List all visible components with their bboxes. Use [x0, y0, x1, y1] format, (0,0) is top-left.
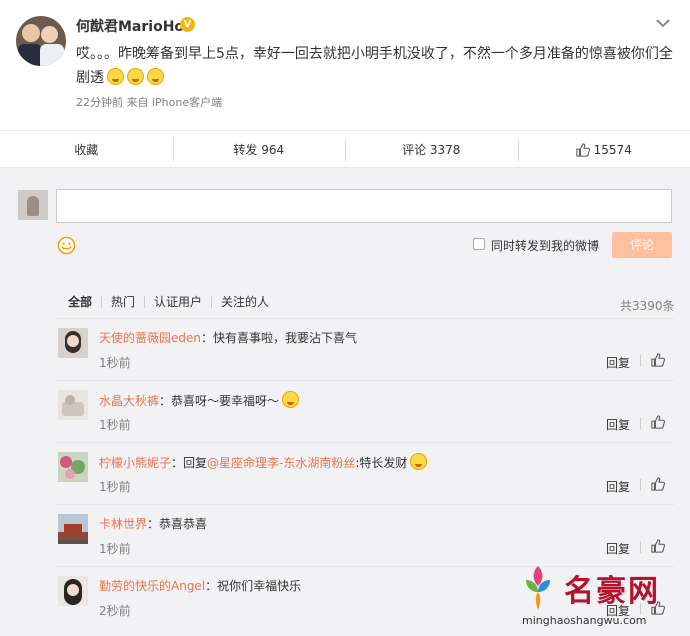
- commenter-name[interactable]: 天使的蔷薇园eden: [99, 331, 201, 345]
- comment-time: 1秒前: [99, 356, 131, 370]
- commenter-name[interactable]: 水晶大秋裤: [99, 394, 159, 408]
- favorite-button[interactable]: 收藏: [0, 131, 173, 168]
- repost-checkbox[interactable]: [473, 238, 485, 250]
- divider: [640, 355, 641, 367]
- thumbs-up-icon[interactable]: [651, 477, 665, 491]
- verified-badge-icon: V: [180, 17, 195, 32]
- divider: [640, 479, 641, 491]
- commenter-name[interactable]: 卡林世界: [99, 517, 147, 531]
- comment-filters: 全部 热门 认证用户 关注的人: [68, 296, 278, 308]
- comment-line: 勤劳的快乐的Angel：祝你们幸福快乐: [99, 577, 301, 594]
- comment-line: 水晶大秋裤：恭喜呀～要幸福呀～: [99, 391, 300, 409]
- mention-link[interactable]: @星座命理李-东水湖南粉丝: [207, 456, 355, 470]
- reply-button[interactable]: 回复: [606, 478, 630, 495]
- emoji-picker-icon[interactable]: [57, 236, 76, 255]
- commenter-name[interactable]: 柠檬小熊妮子: [99, 456, 171, 470]
- like-count: 15574: [593, 142, 632, 157]
- like-button[interactable]: 15574: [517, 131, 690, 168]
- comment-text: ：回复: [171, 456, 208, 470]
- post-time: 22分钟前: [76, 96, 123, 109]
- site-watermark: 名豪网 minghaoshangwu.com: [512, 556, 690, 636]
- filter-following[interactable]: 关注的人: [211, 296, 278, 308]
- total-comment-count: 共3390条: [620, 299, 675, 313]
- comment-text-cont: :特长发财: [355, 456, 408, 470]
- comment-text: ：祝你们幸福快乐: [205, 579, 302, 593]
- commenter-avatar[interactable]: [58, 452, 88, 482]
- reply-button[interactable]: 回复: [606, 416, 630, 433]
- author-avatar[interactable]: [16, 16, 66, 66]
- comment-input[interactable]: [56, 189, 672, 223]
- reply-button[interactable]: 回复: [606, 540, 630, 557]
- post-meta: 22分钟前 来自 iPhone客户端: [76, 94, 222, 110]
- weibo-post-card: 何猷君MarioHo V 哎。。。昨晚筹备到早上5点，幸好一回去就把小明手机没收…: [0, 0, 690, 168]
- commenter-avatar[interactable]: [58, 390, 88, 420]
- chevron-down-icon[interactable]: [656, 18, 670, 28]
- divider: [640, 541, 641, 553]
- post-actions: 收藏 转发 964 评论 3378 15574: [0, 130, 690, 168]
- wink-emoji-icon: [410, 453, 428, 470]
- filter-hot[interactable]: 热门: [101, 296, 144, 308]
- comment-line: 天使的蔷薇园eden：快有喜事啦，我要沾下喜气: [99, 329, 357, 346]
- commenter-avatar[interactable]: [58, 514, 88, 544]
- smile-emoji-icon: [282, 391, 300, 408]
- comment-label: 评论 3378: [402, 143, 461, 157]
- submit-comment-button[interactable]: 评论: [612, 232, 672, 258]
- comment-time: 1秒前: [99, 480, 131, 494]
- repost-checkbox-label: 同时转发到我的微博: [491, 239, 600, 253]
- comment-text: ：恭喜恭喜: [147, 517, 208, 531]
- post-source[interactable]: 来自 iPhone客户端: [127, 96, 223, 109]
- repost-button[interactable]: 转发 964: [172, 131, 346, 168]
- reply-button[interactable]: 回复: [606, 354, 630, 371]
- author-name[interactable]: 何猷君MarioHo: [76, 16, 184, 36]
- commenter-avatar[interactable]: [58, 328, 88, 358]
- filter-all[interactable]: 全部: [68, 296, 101, 308]
- comment-button[interactable]: 评论 3378: [345, 131, 518, 168]
- comment-time: 2秒前: [99, 604, 131, 618]
- favorite-label: 收藏: [74, 143, 99, 157]
- comment-item: 天使的蔷薇园eden：快有喜事啦，我要沾下喜气 1秒前 回复: [0, 318, 690, 380]
- watermark-url: minghaoshangwu.com: [522, 614, 647, 627]
- comment-text: ：快有喜事啦，我要沾下喜气: [201, 331, 358, 345]
- thumbs-up-icon: [576, 142, 590, 157]
- filter-verified-users[interactable]: 认证用户: [144, 296, 211, 308]
- laugh-cry-emoji-icon: [147, 68, 164, 85]
- post-body: 哎。。。昨晚筹备到早上5点，幸好一回去就把小明手机没收了，不然一个多月准备的惊喜…: [76, 46, 673, 86]
- thumbs-up-icon[interactable]: [651, 353, 665, 367]
- laugh-cry-emoji-icon: [127, 68, 144, 85]
- laugh-cry-emoji-icon: [107, 68, 124, 85]
- repost-label: 转发 964: [233, 143, 285, 157]
- divider: [640, 417, 641, 429]
- comment-time: 1秒前: [99, 418, 131, 432]
- comment-line: 柠檬小熊妮子：回复@星座命理李-东水湖南粉丝:特长发财: [99, 453, 428, 471]
- watermark-title: 名豪网: [564, 574, 660, 609]
- comment-text: ：恭喜呀～要幸福呀～: [159, 394, 280, 408]
- post-text: 哎。。。昨晚筹备到早上5点，幸好一回去就把小明手机没收了，不然一个多月准备的惊喜…: [76, 42, 676, 90]
- comment-item: 柠檬小熊妮子：回复@星座命理李-东水湖南粉丝:特长发财 1秒前 回复: [0, 442, 690, 504]
- commenter-avatar[interactable]: [58, 576, 88, 606]
- current-user-avatar: [18, 190, 48, 220]
- comment-time: 1秒前: [99, 542, 131, 556]
- watermark-logo-icon: [526, 566, 550, 610]
- comment-line: 卡林世界：恭喜恭喜: [99, 515, 207, 532]
- thumbs-up-icon[interactable]: [651, 415, 665, 429]
- thumbs-up-icon[interactable]: [651, 539, 665, 553]
- comment-item: 水晶大秋裤：恭喜呀～要幸福呀～ 1秒前 回复: [0, 380, 690, 442]
- commenter-name[interactable]: 勤劳的快乐的Angel: [99, 579, 205, 593]
